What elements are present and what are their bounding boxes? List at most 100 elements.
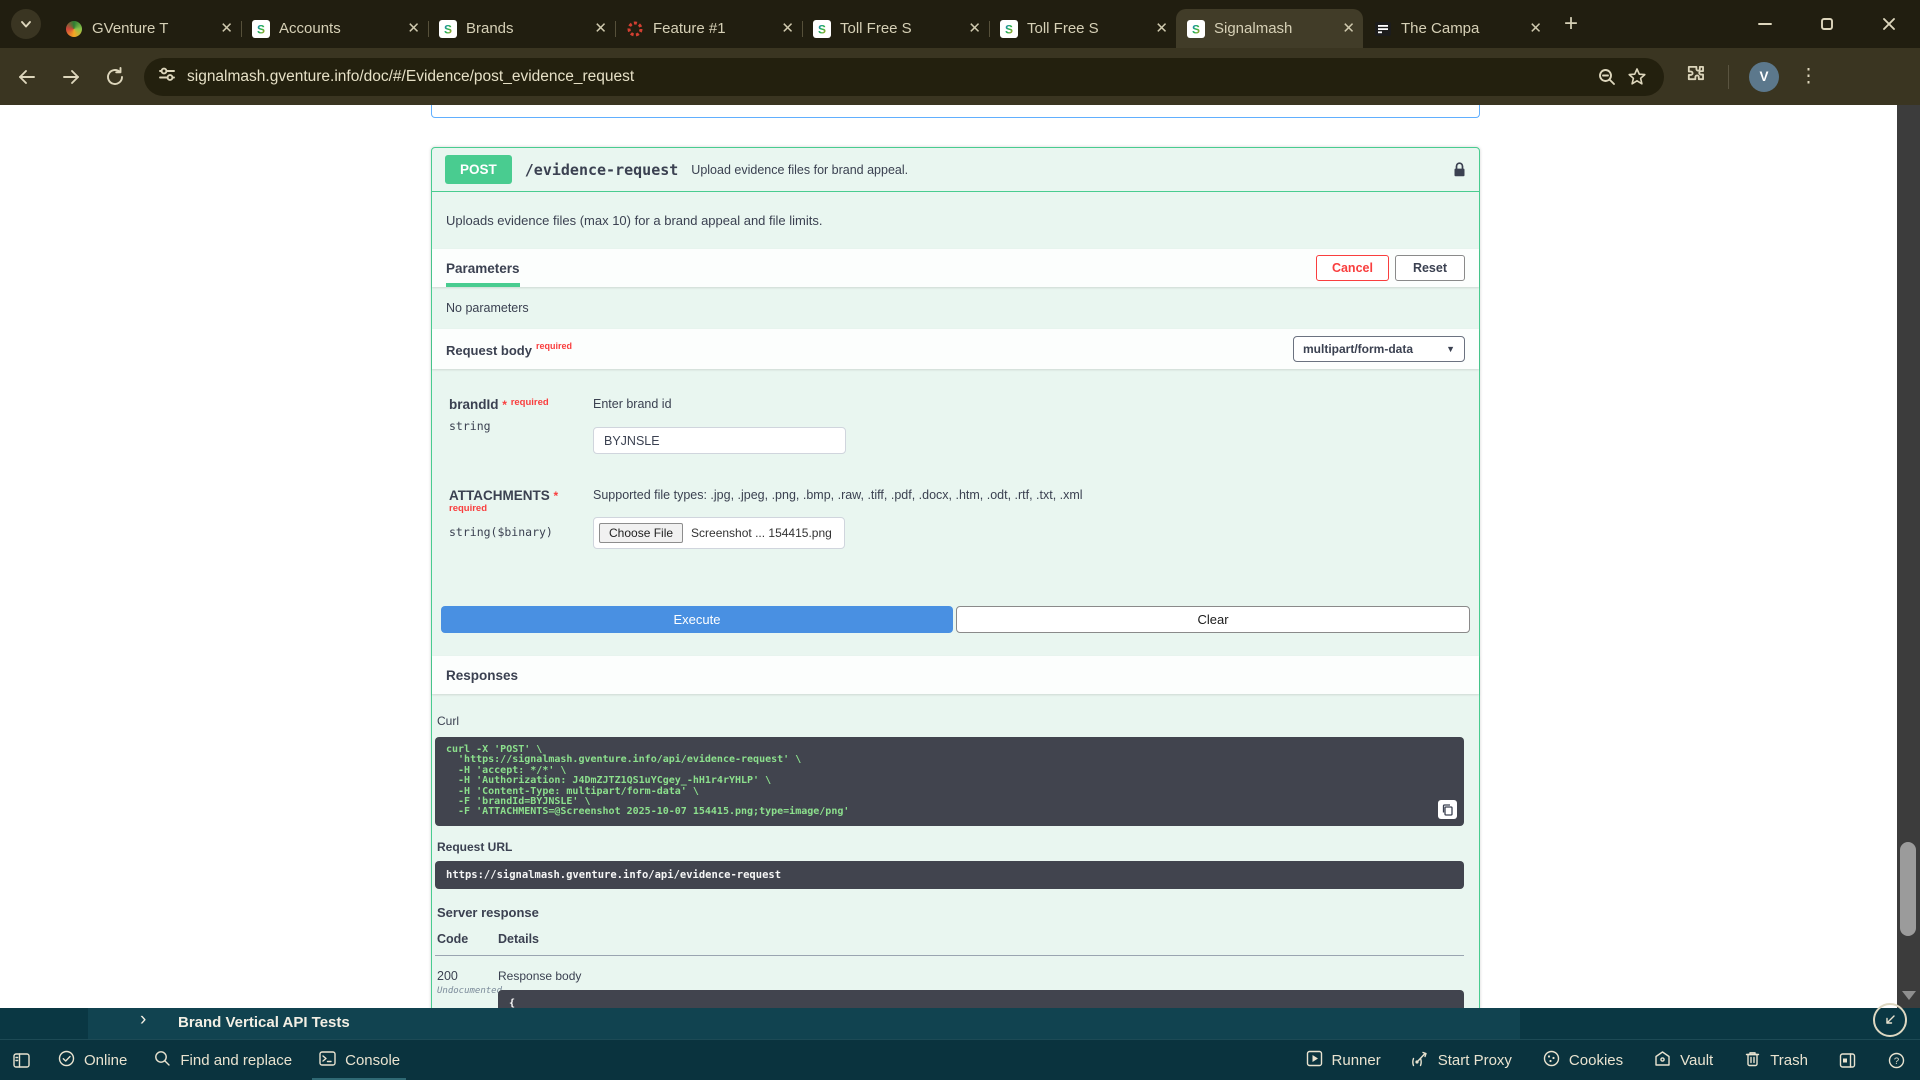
tab-feature[interactable]: Feature #1 ✕ [615,9,802,48]
responses-header: Responses [432,656,1479,694]
content-type-value: multipart/form-data [1303,342,1413,356]
request-body-label: Request bodyrequired [446,341,572,358]
panel-toggle-icon[interactable] [1838,1040,1857,1080]
runner-button[interactable]: Runner [1305,1040,1381,1080]
close-tab-icon[interactable]: ✕ [1153,19,1170,38]
postman-bottom: › Brand Vertical API Tests Online Find a… [0,1008,1920,1080]
execute-button[interactable]: Execute [441,606,953,633]
tab-parameters[interactable]: Parameters [446,249,520,287]
close-tab-icon[interactable]: ✕ [405,19,422,38]
tabs: GVenture T ✕ S Accounts ✕ S Brands ✕ Fea… [54,0,1550,48]
close-window-icon[interactable] [1858,0,1920,48]
postman-collection-row: › Brand Vertical API Tests [0,1008,1920,1039]
site-info-icon[interactable] [158,65,176,88]
tab-title: Brands [466,20,588,37]
vault-icon [1653,1049,1672,1072]
tab-accounts[interactable]: S Accounts ✕ [241,9,428,48]
endpoint-summary: Upload evidence files for brand appeal. [691,163,908,177]
toolbar-divider [1728,65,1729,89]
zoom-out-icon[interactable] [1592,62,1622,92]
cookies-button[interactable]: Cookies [1542,1040,1623,1080]
responses-label: Responses [446,668,518,683]
tab-title: GVenture T [92,20,214,37]
tab-title: Feature #1 [653,20,775,37]
sidebar-toggle-icon[interactable] [12,1040,31,1080]
screen: GVenture T ✕ S Accounts ✕ S Brands ✕ Fea… [0,0,1920,1080]
tab-title: Signalmash [1214,20,1336,37]
tab-tollfree-1[interactable]: S Toll Free S ✕ [802,9,989,48]
close-tab-icon[interactable]: ✕ [966,19,983,38]
field-name: brandId * required [449,397,579,412]
circular-arrow-button[interactable] [1873,1003,1907,1037]
attachments-label-cell: ATTACHMENTS * required string($binary) [449,488,579,549]
url-text[interactable]: signalmash.gventure.info/doc/#/Evidence/… [187,68,1592,86]
tab-title: Accounts [279,20,401,37]
curl-command-block: curl -X 'POST' \ 'https://signalmash.gve… [435,737,1464,826]
reload-icon[interactable] [98,60,132,94]
scroll-down-arrow-icon[interactable] [1902,991,1916,1000]
forward-icon[interactable] [54,60,88,94]
new-tab-button[interactable]: + [1564,12,1578,36]
scrollbar-thumb[interactable] [1900,842,1916,936]
auth-lock-icon[interactable] [1453,161,1466,178]
tab-gventure[interactable]: GVenture T ✕ [54,9,241,48]
signalmash-icon: S [252,20,270,38]
file-input[interactable]: Choose File Screenshot ... 154415.png [593,517,845,549]
tab-title: Toll Free S [1027,20,1149,37]
close-tab-icon[interactable]: ✕ [779,19,796,38]
signalmash-icon: S [1000,20,1018,38]
cancel-button[interactable]: Cancel [1316,255,1389,281]
svg-text:S: S [257,22,265,36]
parameters-header: Parameters Cancel Reset [432,249,1479,287]
request-url-label: Request URL [437,840,1464,854]
server-response-label: Server response [437,905,1464,920]
start-proxy-button[interactable]: Start Proxy [1411,1040,1512,1080]
find-replace-label: Find and replace [180,1052,292,1069]
tab-brands[interactable]: S Brands ✕ [428,9,615,48]
choose-file-button[interactable]: Choose File [599,523,683,543]
tab-tollfree-2[interactable]: S Toll Free S ✕ [989,9,1176,48]
url-bar[interactable]: signalmash.gventure.info/doc/#/Evidence/… [144,58,1664,96]
check-circle-icon [57,1049,76,1072]
postman-status-bar: Online Find and replace Console Runner S… [0,1039,1920,1080]
minimize-icon[interactable] [1734,0,1796,48]
brandid-input[interactable] [593,427,846,454]
campaign-icon [1374,20,1392,38]
online-status[interactable]: Online [57,1040,127,1080]
find-and-replace[interactable]: Find and replace [153,1040,292,1080]
bookmark-star-icon[interactable] [1622,62,1652,92]
window-controls [1734,0,1920,48]
browser-menu-icon[interactable]: ⋮ [1799,65,1818,88]
tab-search-button[interactable] [11,9,41,39]
opblock-header[interactable]: POST /evidence-request Upload evidence f… [432,148,1479,192]
close-tab-icon[interactable]: ✕ [592,19,609,38]
help-icon[interactable]: ? [1887,1040,1906,1080]
curl-label: Curl [437,714,1464,728]
trash-button[interactable]: Trash [1743,1040,1808,1080]
signalmash-icon: S [439,20,457,38]
collection-name[interactable]: Brand Vertical API Tests [178,1014,350,1031]
avatar[interactable]: V [1749,62,1779,92]
tab-signalmash-active[interactable]: S Signalmash ✕ [1176,9,1363,48]
tab-campaign[interactable]: The Campa ✕ [1363,9,1550,48]
chevron-right-icon[interactable]: › [140,1009,146,1031]
clear-button[interactable]: Clear [956,606,1470,633]
reset-button[interactable]: Reset [1395,255,1465,281]
extensions-icon[interactable] [1686,63,1708,90]
close-tab-icon[interactable]: ✕ [1527,19,1544,38]
maximize-icon[interactable] [1796,0,1858,48]
request-url-value: https://signalmash.gventure.info/api/evi… [435,861,1464,889]
back-icon[interactable] [10,60,44,94]
close-tab-icon[interactable]: ✕ [1340,19,1357,38]
console-toggle[interactable]: Console [318,1040,400,1080]
field-type: string [449,419,579,433]
online-label: Online [84,1052,127,1069]
toolbar-right: V ⋮ [1686,62,1818,92]
vault-button[interactable]: Vault [1653,1040,1713,1080]
close-tab-icon[interactable]: ✕ [218,19,235,38]
browser-tab-strip: GVenture T ✕ S Accounts ✕ S Brands ✕ Fea… [0,0,1920,48]
copy-icon[interactable] [1438,800,1457,819]
brandid-label-cell: brandId * required string [449,397,579,454]
page-scrollbar[interactable] [1897,105,1920,1008]
content-type-select[interactable]: multipart/form-data ▼ [1293,336,1465,362]
